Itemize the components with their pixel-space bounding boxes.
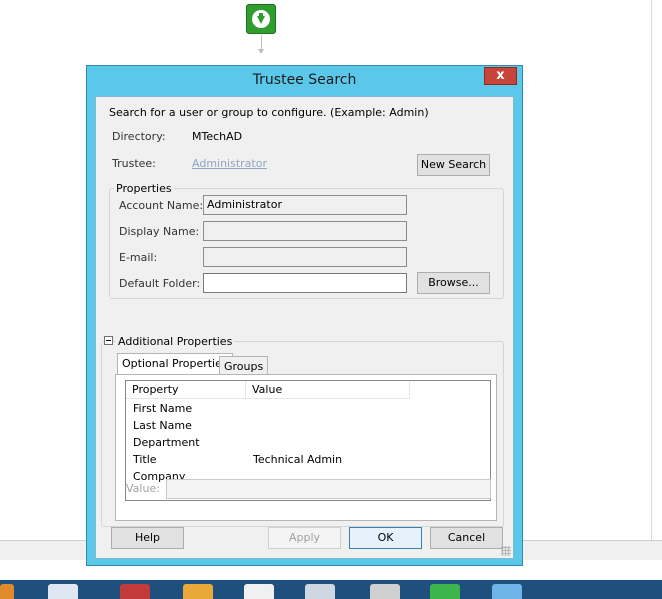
property-name: First Name <box>133 402 193 415</box>
email-label: E-mail: <box>119 251 158 264</box>
resize-grip-icon[interactable] <box>501 546 511 556</box>
account-name-field: Administrator <box>203 195 407 215</box>
directory-label: Directory: <box>112 130 166 143</box>
apply-button[interactable]: Apply <box>268 527 341 549</box>
chat-taskbar-icon[interactable] <box>430 584 460 599</box>
outlook-taskbar-icon[interactable] <box>183 584 213 599</box>
properties-group-title: Properties <box>114 182 174 195</box>
browse-button[interactable]: Browse... <box>417 272 490 294</box>
collapse-minus-icon[interactable] <box>104 336 113 345</box>
close-icon[interactable]: x <box>484 67 517 85</box>
additional-properties-title: Additional Properties <box>116 335 235 348</box>
list-item[interactable]: Title Technical Admin <box>133 451 483 468</box>
default-folder-field[interactable] <box>203 273 407 293</box>
directory-value: MTechAD <box>192 130 243 143</box>
default-folder-label: Default Folder: <box>119 277 201 290</box>
app-taskbar-icon[interactable] <box>120 584 150 599</box>
download-arrow-icon[interactable] <box>246 4 276 34</box>
dialog-title: Trustee Search <box>252 72 357 88</box>
account-name-label: Account Name: <box>119 199 204 212</box>
property-name: Title <box>133 453 157 466</box>
key-app-taskbar-icon[interactable] <box>370 584 400 599</box>
instructions-text: Search for a user or group to configure.… <box>109 106 429 119</box>
display-name-field <box>203 221 407 241</box>
list-item[interactable]: First Name <box>133 400 483 417</box>
new-search-button[interactable]: New Search <box>417 154 490 176</box>
property-name: Last Name <box>133 419 192 432</box>
canvas-divider <box>651 0 652 540</box>
property-value: Technical Admin <box>253 453 343 466</box>
cancel-button[interactable]: Cancel <box>430 527 503 549</box>
eye-app-taskbar-icon[interactable] <box>244 584 274 599</box>
value-field <box>166 479 491 499</box>
value-label: Value: <box>126 482 160 495</box>
trustee-link[interactable]: Administrator <box>192 157 267 170</box>
globe-taskbar-icon[interactable] <box>492 584 522 599</box>
property-name: Department <box>133 436 200 449</box>
dialog-client-area: Search for a user or group to configure.… <box>95 96 514 559</box>
tab-optional-properties[interactable]: Optional Properties <box>117 353 233 375</box>
help-button[interactable]: Help <box>111 527 184 549</box>
ok-button[interactable]: OK <box>349 527 422 549</box>
explorer-taskbar-icon[interactable] <box>48 584 78 599</box>
list-item[interactable]: Department <box>133 434 483 451</box>
column-header-value[interactable]: Value <box>246 381 410 399</box>
trustee-label: Trustee: <box>112 157 156 170</box>
notepad-taskbar-icon[interactable] <box>305 584 335 599</box>
column-header-property[interactable]: Property <box>126 381 246 399</box>
display-name-label: Display Name: <box>119 225 200 238</box>
connector-arrow-icon <box>258 49 264 54</box>
firefox-taskbar-icon[interactable] <box>0 584 14 599</box>
email-field <box>203 247 407 267</box>
trustee-search-dialog: Trustee Search x Search for a user or gr… <box>86 65 523 566</box>
list-item[interactable]: Last Name <box>133 417 483 434</box>
tab-groups[interactable]: Groups <box>219 356 269 374</box>
